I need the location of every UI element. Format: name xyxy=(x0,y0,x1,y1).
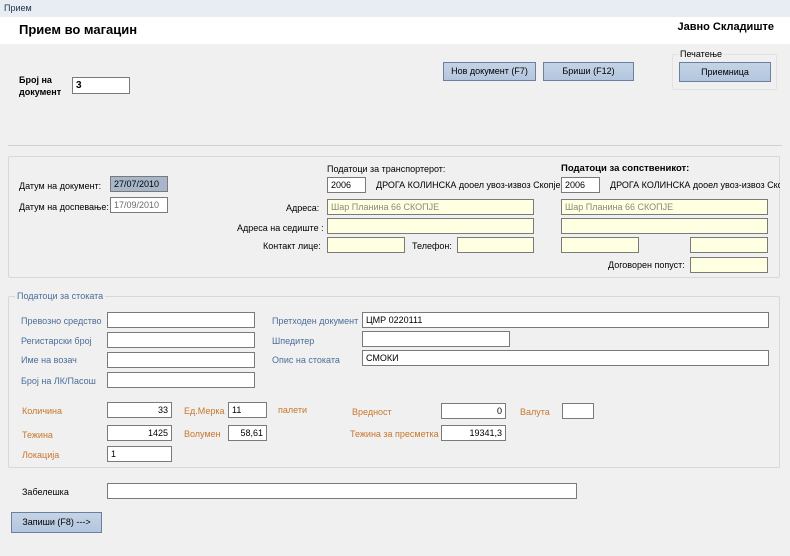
location-input[interactable]: 1 xyxy=(107,446,172,462)
transporter-address-input[interactable]: Шар Планина 66 СКОПЈЕ xyxy=(327,199,534,215)
owner-name: ДРОГА КОЛИНСКА дооел увоз-извоз Скоп xyxy=(610,180,780,190)
due-date-input[interactable]: 17/09/2010 xyxy=(110,197,168,213)
page-title: Прием во магацин xyxy=(19,22,138,37)
forwarder-input[interactable] xyxy=(362,331,510,347)
owner-heading: Податоци за сопственикот: xyxy=(561,163,690,174)
doc-number-input[interactable]: 3 xyxy=(72,77,130,94)
transporter-heading: Податоци за транспортерот: xyxy=(327,164,446,174)
vehicle-input[interactable] xyxy=(107,312,255,328)
forwarder-label: Шпедитер xyxy=(272,336,315,346)
discount-label: Договорен попуст: xyxy=(608,260,685,270)
doc-date-label: Датум на документ: xyxy=(19,181,102,191)
phone-label: Телефон: xyxy=(412,241,452,251)
weight-input[interactable]: 1425 xyxy=(107,425,172,441)
owner-phone-input[interactable] xyxy=(690,237,768,253)
value-label: Вредност xyxy=(352,407,392,417)
calc-weight-input[interactable]: 19341,3 xyxy=(441,425,506,441)
transporter-code-input[interactable]: 2006 xyxy=(327,177,366,193)
owner-seat-input[interactable] xyxy=(561,218,768,234)
volume-input[interactable]: 58,61 xyxy=(228,425,267,441)
due-date-label: Датум на доспевање: xyxy=(19,202,109,212)
owner-code-input[interactable]: 2006 xyxy=(561,177,600,193)
currency-label: Валута xyxy=(520,407,550,417)
doc-number-label: Број на документ xyxy=(19,74,61,98)
value-input[interactable]: 0 xyxy=(441,403,506,419)
description-input[interactable]: СМОКИ xyxy=(362,350,769,366)
contact-label: Контакт лице: xyxy=(263,241,321,251)
owner-contact-input[interactable] xyxy=(561,237,639,253)
address-label: Адреса: xyxy=(286,203,320,213)
seat-address-label: Адреса на седиште : xyxy=(237,223,324,233)
new-document-button[interactable]: Нов документ (F7) xyxy=(443,62,536,81)
quantity-label: Количина xyxy=(22,406,63,416)
doc-number-label-line2: документ xyxy=(19,87,62,97)
discount-input[interactable] xyxy=(690,257,768,273)
unit-name: палети xyxy=(278,405,307,415)
note-input[interactable] xyxy=(107,483,577,499)
doc-date-input[interactable]: 27/07/2010 xyxy=(110,176,168,192)
company-name: Јавно Складиште xyxy=(677,21,774,33)
location-label: Локација xyxy=(22,450,60,460)
window-titlebar: Прием xyxy=(0,0,790,18)
driver-input[interactable] xyxy=(107,352,255,368)
volume-label: Волумен xyxy=(184,429,221,439)
reg-number-label: Регистарски број xyxy=(21,336,92,346)
unit-input[interactable]: 11 xyxy=(228,402,267,418)
delete-button[interactable]: Бриши (F12) xyxy=(543,62,634,81)
window-title: Прием xyxy=(4,3,32,13)
reg-number-input[interactable] xyxy=(107,332,255,348)
save-button[interactable]: Запиши (F8) ---> xyxy=(11,512,102,533)
id-number-label: Број на ЛК/Пасош xyxy=(21,376,96,386)
contact-input[interactable] xyxy=(327,237,405,253)
transporter-seat-input[interactable] xyxy=(327,218,534,234)
prev-doc-label: Претходен документ xyxy=(272,316,359,326)
goods-group-label: Податоци за стоката xyxy=(15,291,106,301)
driver-label: Име на возач xyxy=(21,355,77,365)
currency-input[interactable] xyxy=(562,403,594,419)
id-number-input[interactable] xyxy=(107,372,255,388)
doc-number-label-line1: Број на xyxy=(19,75,52,85)
description-label: Опис на стоката xyxy=(272,355,340,365)
print-group-label: Печатење xyxy=(679,49,724,59)
unit-label: Ед.Мерка xyxy=(184,406,225,416)
note-label: Забелешка xyxy=(22,487,69,497)
owner-address-input[interactable]: Шар Планина 66 СКОПЈЕ xyxy=(561,199,768,215)
phone-input[interactable] xyxy=(457,237,534,253)
vehicle-label: Превозно средство xyxy=(21,316,102,326)
prev-doc-input[interactable]: ЦМР 0220111 xyxy=(362,312,769,328)
section-divider xyxy=(8,145,782,146)
calc-weight-label: Тежина за пресметка xyxy=(350,429,439,439)
weight-label: Тежина xyxy=(22,430,53,440)
transporter-name: ДРОГА КОЛИНСКА дооел увоз-извоз Скопје xyxy=(376,180,561,190)
quantity-input[interactable]: 33 xyxy=(107,402,172,418)
receipt-print-button[interactable]: Приемница xyxy=(679,62,771,82)
